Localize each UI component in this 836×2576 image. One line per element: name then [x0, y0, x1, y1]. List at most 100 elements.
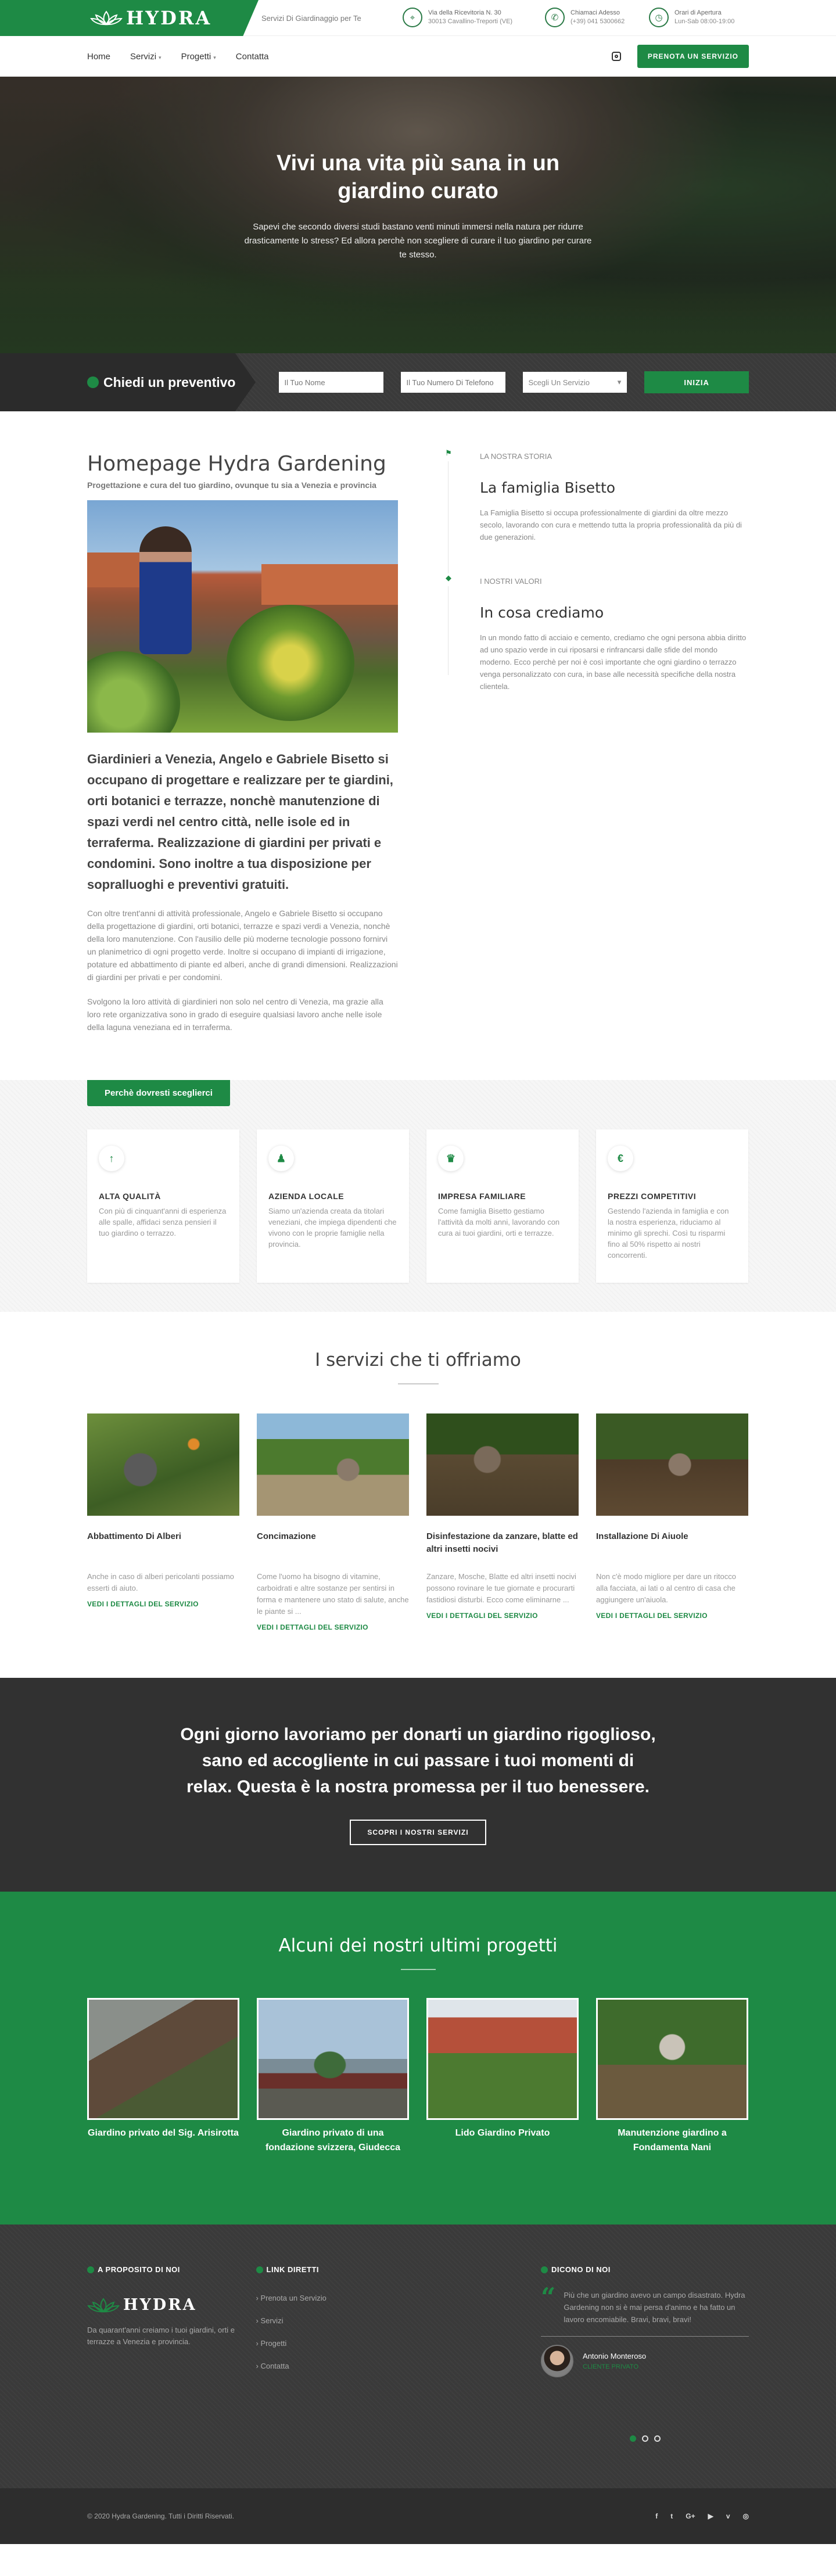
- project-image[interactable]: [426, 1998, 579, 2120]
- footer-logo[interactable]: HYDRA: [87, 2296, 239, 2314]
- divider: [400, 1969, 436, 1970]
- info-icon: [87, 2266, 94, 2273]
- project-card[interactable]: Giardino privato del Sig. Arisirotta: [87, 1998, 239, 2155]
- nav-home[interactable]: Home: [87, 52, 110, 62]
- service-details-link[interactable]: VEDI I DETTAGLI DEL SERVIZIO: [426, 1612, 579, 1620]
- service-card: Concimazione Come l'uomo ha bisogno di v…: [257, 1413, 409, 1631]
- service-details-link[interactable]: VEDI I DETTAGLI DEL SERVIZIO: [596, 1612, 748, 1620]
- service-title[interactable]: Concimazione: [257, 1530, 409, 1557]
- contact-hours: ◷ Orari di Apertura Lun-Sab 08:00-19:00: [649, 8, 734, 27]
- project-title[interactable]: Giardino privato di una fondazione svizz…: [257, 2126, 409, 2155]
- trophy-icon: ♛: [438, 1146, 464, 1171]
- info-icon: [87, 376, 99, 388]
- service-card: Abbattimento Di Alberi Anche in caso di …: [87, 1413, 239, 1631]
- carousel-dot[interactable]: [629, 2435, 636, 2442]
- project-card[interactable]: Manutenzione giardino a Fondamenta Nani: [596, 1998, 748, 2155]
- book-service-button[interactable]: PRENOTA UN SERVIZIO: [637, 45, 749, 68]
- copyright: © 2020 Hydra Gardening. Tutti i Diritti …: [87, 2512, 234, 2520]
- vimeo-icon[interactable]: v: [726, 2512, 730, 2520]
- timeline-title: La famiglia Bisetto: [480, 479, 616, 496]
- carousel-dot[interactable]: [654, 2435, 661, 2442]
- service-image[interactable]: [87, 1413, 239, 1516]
- instagram-icon[interactable]: ◎: [743, 2512, 749, 2520]
- project-title[interactable]: Manutenzione giardino a Fondamenta Nani: [596, 2126, 748, 2155]
- service-text: Come l'uomo ha bisogno di vitamine, carb…: [257, 1572, 409, 1616]
- carousel-dot[interactable]: [641, 2435, 648, 2442]
- start-button[interactable]: INIZIA: [644, 371, 749, 393]
- instagram-icon[interactable]: [611, 52, 621, 61]
- page-subtitle: Progettazione e cura del tuo giardino, o…: [87, 480, 376, 490]
- testimonial-text: Più che un giardino avevo un campo disas…: [564, 2291, 745, 2324]
- hero-title: Vivi una vita più sana in un giardino cu…: [276, 151, 560, 203]
- timeline-item: ◆ I NOSTRI VALORI In cosa crediamo In un…: [442, 573, 749, 693]
- contact-address: ⌖ Via della Ricevitoria N. 30 30013 Caval…: [403, 8, 512, 27]
- project-title[interactable]: Giardino privato del Sig. Arisirotta: [87, 2126, 239, 2140]
- hero: Vivi una vita più sana in un giardino cu…: [0, 77, 836, 353]
- nav-contatta[interactable]: Contatta: [236, 52, 269, 62]
- discover-services-button[interactable]: SCOPRI I NOSTRI SERVIZI: [350, 1820, 486, 1845]
- nav-label: Contatta: [235, 51, 269, 62]
- project-image[interactable]: [87, 1998, 239, 2120]
- service-image[interactable]: [596, 1413, 748, 1516]
- clock-icon: ◷: [649, 8, 669, 27]
- why-section: Perchè dovresti sceglierci ↑ ALTA QUALIT…: [0, 1080, 836, 1312]
- nav-servizi[interactable]: Servizi ▾: [130, 52, 162, 62]
- project-image[interactable]: [257, 1998, 409, 2120]
- service-title[interactable]: Installazione Di Aiuole: [596, 1530, 748, 1557]
- feature-title: AZIENDA LOCALE: [268, 1192, 345, 1201]
- logo-text: HYDRA: [126, 7, 212, 29]
- bottom-bar: © 2020 Hydra Gardening. Tutti i Diritti …: [0, 2488, 836, 2544]
- service-title[interactable]: Abbattimento Di Alberi: [87, 1530, 239, 1557]
- footer-about-text: Da quarant'anni creiamo i tuoi giardini,…: [87, 2326, 235, 2346]
- feature-card: ♟ AZIENDA LOCALE Siamo un'azienda creata…: [257, 1129, 409, 1283]
- users-icon: ♟: [268, 1146, 294, 1171]
- timeline-label: I NOSTRI VALORI: [480, 577, 542, 586]
- feature-title: PREZZI COMPETITIVI: [608, 1192, 697, 1201]
- google-plus-icon[interactable]: G+: [686, 2512, 695, 2520]
- footer-heading-text: A PROPOSITO DI NOI: [98, 2265, 180, 2274]
- chevron-down-icon: ▾: [213, 54, 216, 60]
- contact-title: Orari di Apertura: [674, 9, 722, 16]
- project-title[interactable]: Lido Giardino Privato: [426, 2126, 579, 2140]
- twitter-icon[interactable]: t: [670, 2512, 673, 2520]
- footer-link-contact[interactable]: › Contatta: [256, 2362, 408, 2370]
- youtube-icon[interactable]: ▶: [708, 2512, 713, 2520]
- footer-link-book[interactable]: › Prenota un Servizio: [256, 2294, 408, 2302]
- footer-heading-text: DICONO DI NOI: [551, 2265, 611, 2274]
- service-card: Disinfestazione da zanzare, blatte ed al…: [426, 1413, 579, 1631]
- footer-link-projects[interactable]: › Progetti: [256, 2339, 408, 2348]
- nav-progetti[interactable]: Progetti ▾: [181, 52, 216, 62]
- service-card: Installazione Di Aiuole Non c'è modo mig…: [596, 1413, 748, 1631]
- about-photo: [87, 500, 398, 733]
- facebook-icon[interactable]: f: [655, 2512, 658, 2520]
- service-select[interactable]: Scegli Un Servizio ▾: [522, 372, 627, 393]
- euro-icon: €: [608, 1146, 633, 1171]
- timeline-label: LA NOSTRA STORIA: [480, 452, 552, 461]
- service-details-link[interactable]: VEDI I DETTAGLI DEL SERVIZIO: [87, 1600, 239, 1608]
- top-bar: HYDRA Servizi Di Giardinaggio per Te ⌖ V…: [0, 0, 836, 36]
- feature-text: Siamo un'azienda creata da titolari vene…: [268, 1207, 397, 1248]
- map-pin-icon: ⌖: [403, 8, 422, 27]
- service-image[interactable]: [257, 1413, 409, 1516]
- service-title[interactable]: Disinfestazione da zanzare, blatte ed al…: [426, 1530, 579, 1557]
- project-image[interactable]: [596, 1998, 748, 2120]
- feature-card: € PREZZI COMPETITIVI Gestendo l'azienda …: [596, 1129, 748, 1283]
- feature-text: Gestendo l'azienda in famiglia e con la …: [608, 1207, 729, 1260]
- project-card[interactable]: Lido Giardino Privato: [426, 1998, 579, 2155]
- project-card[interactable]: Giardino privato di una fondazione svizz…: [257, 1998, 409, 2155]
- name-input[interactable]: [278, 372, 383, 393]
- footer-logo-text: HYDRA: [123, 2296, 197, 2314]
- quote-bar: Chiedi un preventivo Scegli Un Servizio ▾…: [0, 353, 836, 411]
- service-image[interactable]: [426, 1413, 579, 1516]
- phone-input[interactable]: [400, 372, 505, 393]
- timeline: ⚑ LA NOSTRA STORIA La famiglia Bisetto L…: [442, 449, 749, 693]
- contact-phone[interactable]: ✆ Chiamaci Adesso (+39) 041 5300662: [545, 8, 625, 27]
- footer-link-services[interactable]: › Servizi: [256, 2316, 408, 2325]
- lotus-logo-icon: [90, 10, 123, 26]
- lotus-logo-icon: [87, 2297, 120, 2312]
- carousel-dots: [541, 2435, 749, 2442]
- contact-value: 30013 Cavallino-Treporti (VE): [428, 18, 513, 25]
- logo[interactable]: HYDRA: [90, 7, 211, 29]
- service-details-link[interactable]: VEDI I DETTAGLI DEL SERVIZIO: [257, 1623, 409, 1631]
- diamond-icon: ◆: [442, 573, 455, 586]
